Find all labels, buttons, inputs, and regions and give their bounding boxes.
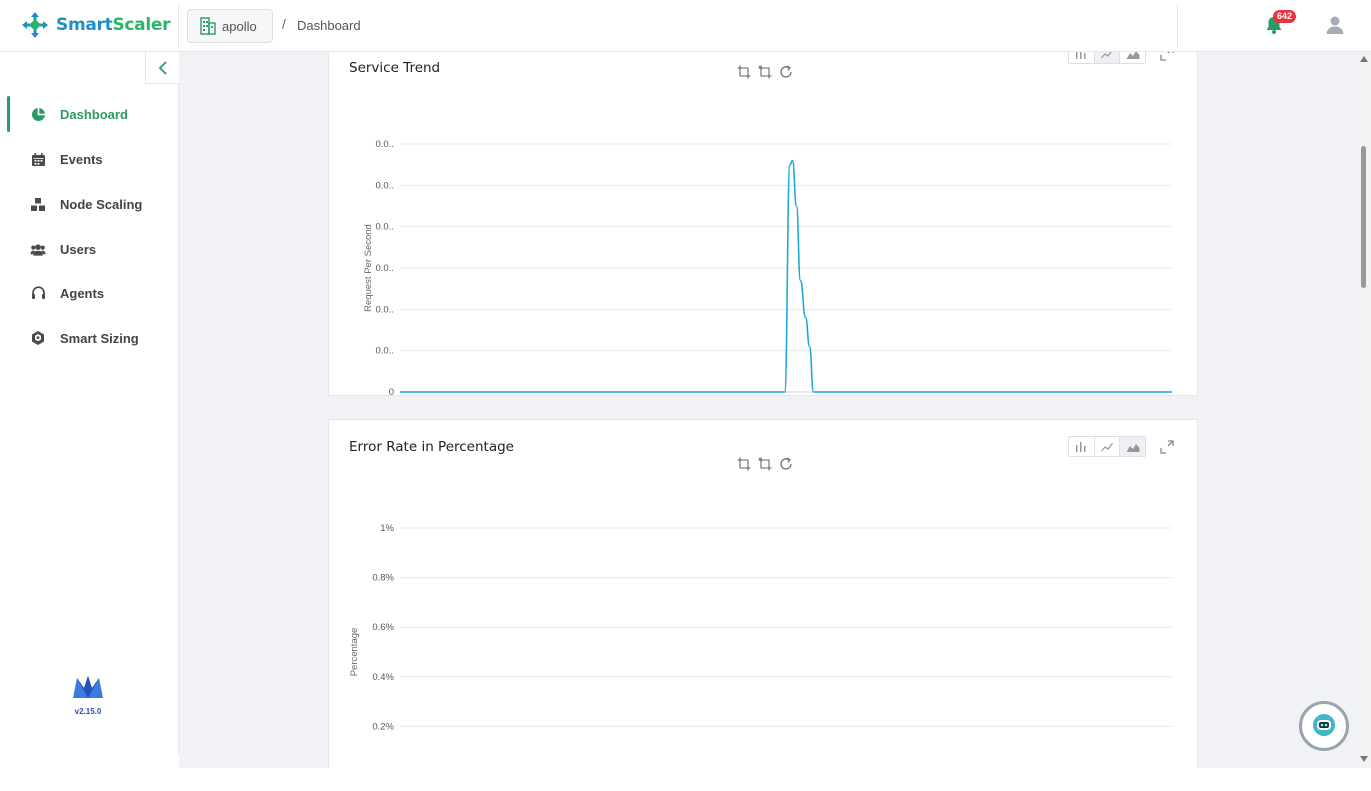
sidebar: Dashboard Events Node Scaling Users Agen… xyxy=(0,52,179,754)
pie-chart-icon xyxy=(30,106,46,122)
sidebar-item-agents[interactable]: Agents xyxy=(0,275,178,311)
sidebar-item-label: Users xyxy=(60,241,97,257)
sidebar-item-smart-sizing[interactable]: Smart Sizing xyxy=(0,320,178,356)
tenant-selector-button[interactable]: apollo xyxy=(187,9,273,43)
scroll-down-arrow[interactable] xyxy=(1360,756,1368,762)
y-tick-label: 0.0.. xyxy=(376,139,395,150)
logo-icon xyxy=(22,12,48,38)
service-trend-chart: 00.0..0.0..0.0..0.0..0.0..0.0..11:4011:4… xyxy=(363,139,1173,397)
tenant-name: apollo xyxy=(222,18,257,34)
y-tick-label: 0.8% xyxy=(372,573,394,584)
sidebar-item-dashboard[interactable]: Dashboard xyxy=(0,96,178,132)
logo-text-smart: Smart xyxy=(56,15,113,35)
breadcrumb-separator: / xyxy=(282,16,286,32)
building-icon xyxy=(200,17,216,35)
robot-chat-icon xyxy=(1313,714,1335,736)
page-scrollbar[interactable] xyxy=(1357,52,1371,768)
y-tick-label: 0.4% xyxy=(372,672,394,683)
y-tick-label: 0 xyxy=(389,387,394,397)
header-divider xyxy=(178,4,179,48)
smartscaler-logo[interactable]: SmartScaler xyxy=(20,10,170,40)
header-divider-right xyxy=(1177,4,1178,48)
version-block: v2.15.0 xyxy=(70,674,106,716)
logo-text-scaler: Scaler xyxy=(112,15,171,35)
service-trend-card: Service Trend 0 0.0.. 0.0.. 0.0.. 0.0.. 0.0..… xyxy=(328,52,1198,397)
y-tick-label: 0.0.. xyxy=(376,263,395,274)
top-header: SmartScaler apollo / Dashboard 642 xyxy=(0,0,1371,52)
scroll-thumb[interactable] xyxy=(1361,146,1366,288)
y-tick-label: 0.0.. xyxy=(376,346,395,357)
cubes-icon xyxy=(30,196,46,212)
y-axis-title: Request Per Second xyxy=(363,224,374,312)
calendar-icon xyxy=(30,151,46,167)
sidebar-item-label: Dashboard xyxy=(60,106,128,122)
headset-icon xyxy=(30,285,46,301)
y-axis-title: Percentage xyxy=(349,628,360,677)
y-tick-label: 0.0.. xyxy=(376,304,395,315)
smart-sizing-icon xyxy=(30,330,46,346)
notification-badge: 642 xyxy=(1273,10,1297,23)
app-version: v2.15.0 xyxy=(74,707,102,716)
user-avatar-icon[interactable] xyxy=(1324,14,1346,36)
scroll-up-arrow[interactable] xyxy=(1360,56,1368,62)
chevron-left-icon xyxy=(158,60,167,75)
series-line-rps xyxy=(400,159,1172,393)
y-tick-label: 0.0.. xyxy=(376,180,395,191)
y-tick-label: 1% xyxy=(380,523,394,534)
sidebar-item-label: Node Scaling xyxy=(60,196,143,212)
sidebar-item-label: Agents xyxy=(60,285,105,301)
error-rate-chart: 0%0.2%0.4%0.6%0.8%1%11:4011:4511:5011:55… xyxy=(349,523,1172,732)
sidebar-item-label: Smart Sizing xyxy=(60,330,139,346)
sidebar-collapse-button[interactable] xyxy=(145,51,179,84)
sidebar-item-users[interactable]: Users xyxy=(0,231,178,267)
sidebar-item-label: Events xyxy=(60,151,103,167)
error-rate-card: Error Rate in Percentage 0% 0.2% 0.4% 0.6% 0… xyxy=(328,419,1198,768)
y-tick-label: 0.0.. xyxy=(376,222,395,233)
y-tick-label: 0.6% xyxy=(372,622,394,633)
main-content: Service Trend 0 0.0.. 0.0.. 0.0.. 0.0.. 0.0..… xyxy=(179,52,1357,768)
users-icon xyxy=(30,241,46,257)
sidebar-item-events[interactable]: Events xyxy=(0,141,178,177)
y-tick-label: 0.2% xyxy=(372,721,394,732)
chatbot-button[interactable] xyxy=(1299,701,1349,751)
sidebar-item-node-scaling[interactable]: Node Scaling xyxy=(0,186,178,222)
breadcrumb-current-page: Dashboard xyxy=(297,18,361,33)
crown-logo-icon xyxy=(73,676,103,698)
